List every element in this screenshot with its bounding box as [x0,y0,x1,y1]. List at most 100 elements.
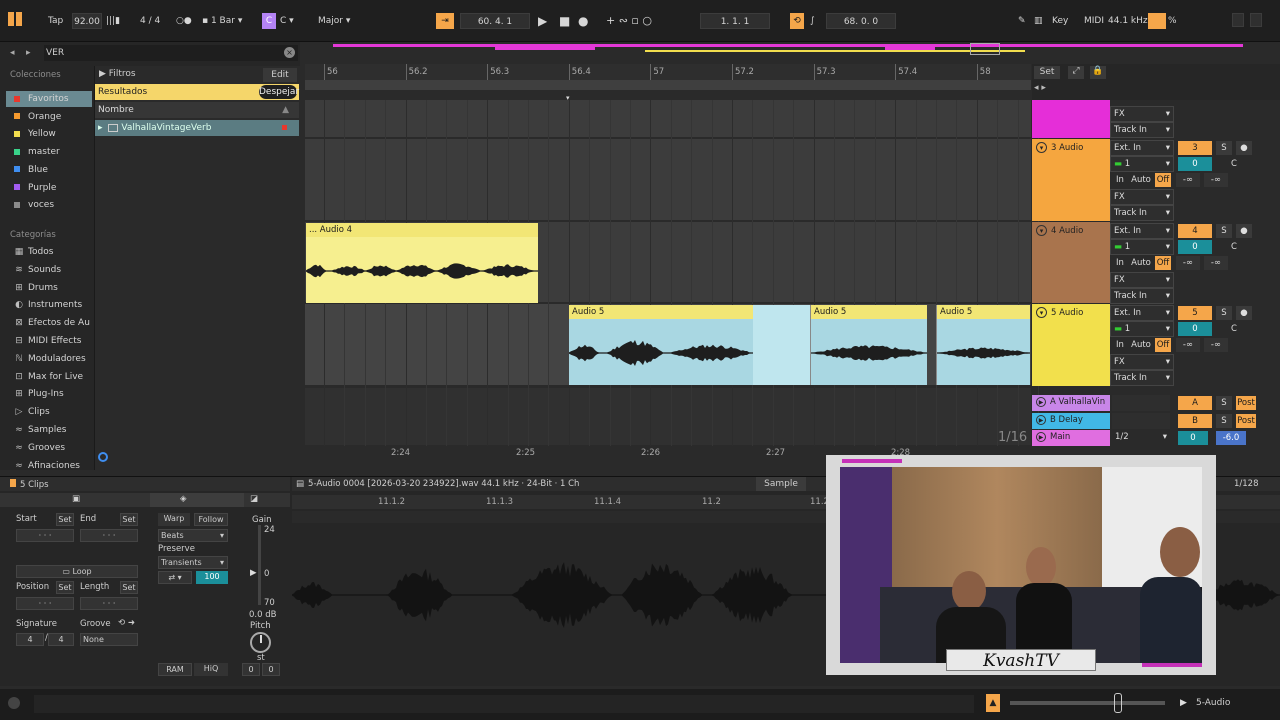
info-icon[interactable] [8,697,20,709]
grid-label[interactable]: 1/128 [1234,479,1259,489]
ram-button[interactable]: RAM [158,663,192,676]
track-activator[interactable]: 3 [1178,141,1212,155]
expand-icon[interactable]: ⤢ [1068,66,1084,79]
position-field[interactable]: · · · [16,597,74,610]
main-ratio-select[interactable]: 1/2 ▾ [1112,430,1170,446]
output-select[interactable]: Track In ▾ [1110,122,1174,138]
overdub-icon[interactable]: + ∾ ▫ ○ [606,13,652,29]
scroll-strip[interactable] [305,80,1031,90]
loop-button[interactable]: ▭ Loop [16,565,138,578]
track-header-top[interactable] [1032,100,1110,138]
collection-item[interactable]: Yellow [14,126,56,142]
fold-icon[interactable]: ▾ [1036,225,1047,236]
lock-icon[interactable]: 🔒 [1090,66,1106,79]
category-item[interactable]: ≈ Afinaciones [14,458,80,474]
arrangement-overview[interactable] [305,42,1265,62]
monitor-auto-button[interactable]: Auto [1128,256,1154,270]
groove-select[interactable]: None [80,633,138,646]
beat-ruler[interactable]: 56 56.2 56.3 56.4 57 57.2 57.3 57.4 58 [305,64,1031,80]
post-button[interactable]: Post [1236,414,1256,428]
length-set-button[interactable]: Set [120,581,138,594]
category-item[interactable]: ≋ Sounds [14,262,61,278]
category-item[interactable]: ℕ Moduladores [14,351,85,367]
input-channel-select[interactable]: ▬ 1 ▾ [1110,239,1174,255]
return-solo-button[interactable]: S [1216,414,1232,428]
main-db[interactable]: -6.0 [1216,431,1246,445]
loop-toggle-icon[interactable]: ⟲ [790,13,804,29]
output-select[interactable]: Track In ▾ [1110,288,1174,304]
warp-button[interactable]: Warp [158,513,190,526]
return-solo-button[interactable]: S [1216,396,1232,410]
filters-toggle[interactable]: ▶ Filtros [99,69,136,79]
fx-select[interactable]: FX ▾ [1110,189,1174,205]
hiq-button[interactable]: HiQ [194,663,228,676]
stop-icon[interactable]: ■ [559,13,570,29]
category-item[interactable]: ⊠ Efectos de Au [14,315,90,331]
record-icon[interactable]: ● [578,13,588,29]
input-channel-select[interactable]: ▬ 1 ▾ [1110,156,1174,172]
volume-field[interactable]: 0 [1178,157,1212,171]
overview-scroll[interactable] [1010,701,1165,705]
track-activator[interactable]: 4 [1178,224,1212,238]
edit-button[interactable]: Edit [263,68,297,82]
envelope-tab-icon[interactable]: ◪ [250,494,258,504]
search-input[interactable]: VER [44,45,298,61]
sample-tab[interactable]: Sample [756,477,806,491]
pan-field[interactable]: C [1216,157,1252,171]
warning-icon[interactable]: ▲ [986,694,1000,712]
preserve-select[interactable]: Transients ▾ [158,556,228,569]
start-field[interactable]: · · · [16,529,74,542]
clip-tab-icon[interactable]: ▣ [72,494,80,504]
track-activator[interactable]: 5 [1178,306,1212,320]
app-logo-icon[interactable] [8,12,22,28]
arrangement-position[interactable]: 60. 4. 1 [460,13,530,29]
set-button[interactable]: Set [1034,66,1060,79]
fx-select[interactable]: FX ▾ [1110,106,1174,122]
input-channel-select[interactable]: ▬ 1 ▾ [1110,321,1174,337]
return-activator[interactable]: A [1178,396,1212,410]
collection-item[interactable]: Blue [14,162,48,178]
midi-map-button[interactable]: MIDI [1084,13,1104,29]
track-lane-top[interactable] [305,100,1031,138]
monitor-in-button[interactable]: In [1114,338,1126,352]
track-header[interactable]: ▾ 5 Audio [1032,304,1110,386]
result-item[interactable]: ▸ ValhallaVintageVerb [95,120,299,136]
groove-hot-swap-icon[interactable]: ⟲ ➜ [118,618,135,628]
return-track-header[interactable]: ▶ A ValhallaVin [1032,395,1110,411]
clip-audio-5-b[interactable]: Audio 5 [810,305,927,385]
forward-icon[interactable]: ▸ [26,48,31,58]
volume-field[interactable]: 0 [1178,240,1212,254]
gain-handle-icon[interactable]: ▶ [250,568,257,578]
key-map-button[interactable]: Key [1052,13,1068,29]
fx-select[interactable]: FX ▾ [1110,272,1174,288]
follow-icon[interactable]: ○● [176,13,192,29]
return-activator[interactable]: B [1178,414,1212,428]
back-icon[interactable]: ◂ [10,48,15,58]
category-item[interactable]: ≈ Grooves [14,440,65,456]
track-header-main[interactable]: ▶ Main [1032,430,1110,446]
category-item[interactable]: ⊞ Drums [14,280,58,296]
clear-button[interactable]: Despejar [259,85,299,99]
return-track-header[interactable]: ▶ B Delay [1032,413,1110,429]
loop-mode-select[interactable]: ⇄ ▾ [158,571,192,584]
pan-field[interactable]: C [1216,240,1252,254]
signature-denominator[interactable]: 4 [48,633,74,646]
arm-record-icon[interactable]: ● [1236,306,1252,320]
transient-envelope-field[interactable]: 100 [196,571,228,584]
input-type-select[interactable]: Ext. In ▾ [1110,140,1174,156]
metronome-icon[interactable]: |||▮ [106,13,120,29]
category-item[interactable]: ◐ Instruments [14,297,82,313]
position-set-button[interactable]: Set [56,581,74,594]
category-item[interactable]: ▦ Todos [14,244,54,260]
main-volume[interactable]: 0 [1178,431,1208,445]
punch-icon[interactable]: ∫ [810,13,815,29]
time-signature[interactable]: 4 / 4 [140,13,160,29]
loop-length-field[interactable]: 68. 0. 0 [826,13,896,29]
start-set-button[interactable]: Set [56,513,74,526]
tempo-field[interactable]: 92.00 [72,13,102,29]
category-item[interactable]: ⊟ MIDI Effects [14,333,81,349]
track-lane-3[interactable] [305,139,1031,221]
warp-mode-select[interactable]: Beats ▾ [158,529,228,542]
monitor-off-button[interactable]: Off [1155,338,1171,352]
solo-button[interactable]: S [1216,306,1232,320]
